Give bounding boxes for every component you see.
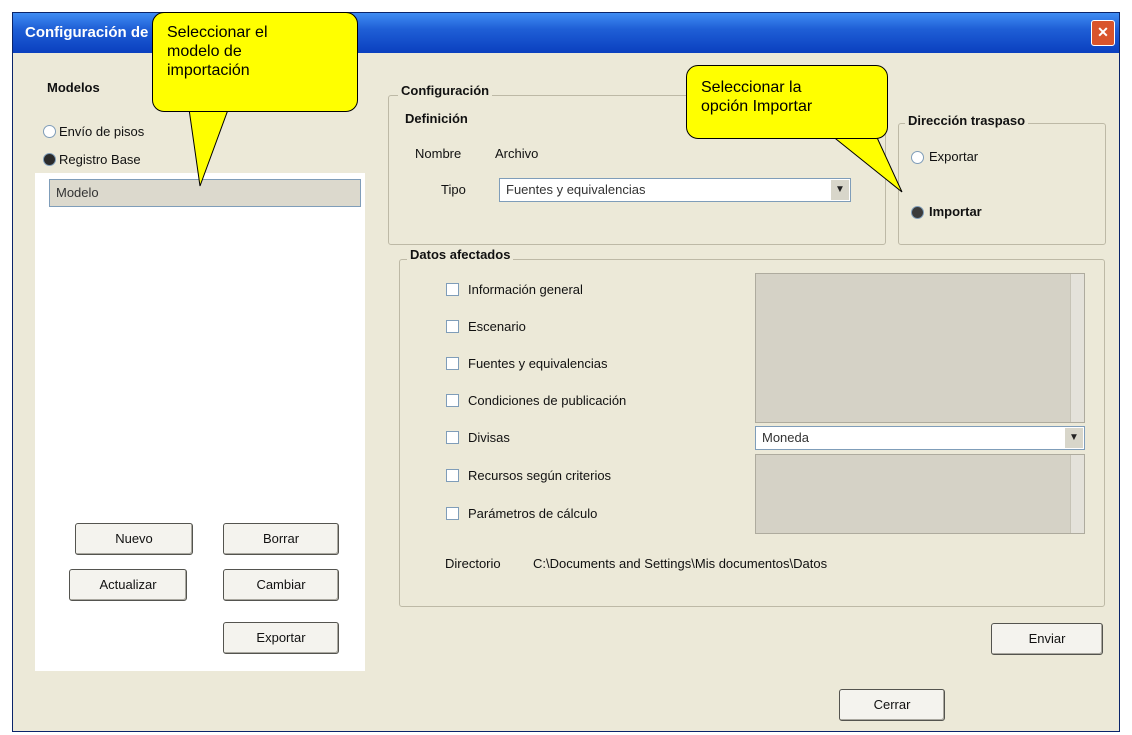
model-callout-line-3: importación	[167, 62, 250, 79]
model-callout-line-2: modelo de	[167, 43, 242, 60]
model-callout-line-1: Seleccionar el	[167, 24, 268, 41]
import-callout: Seleccionar la opción Importar	[686, 65, 888, 139]
import-callout-line-1: Seleccionar la	[701, 79, 802, 96]
import-callout-line-2: opción Importar	[701, 98, 813, 115]
model-callout: Seleccionar el modelo de importación	[152, 12, 358, 112]
